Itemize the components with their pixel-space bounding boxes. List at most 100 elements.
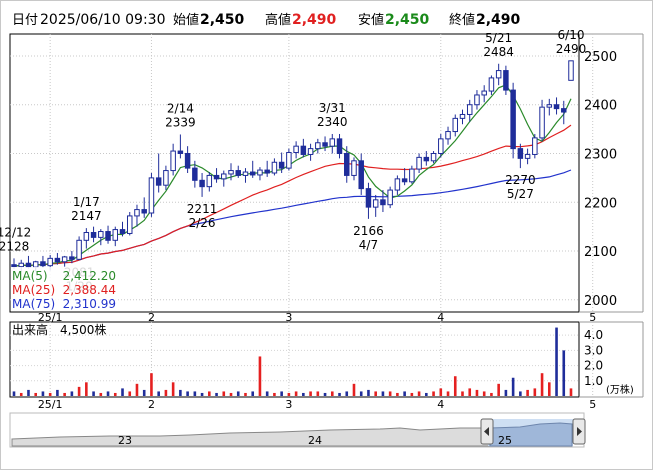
date-value: 2025/06/10 09:30 [40, 12, 166, 28]
price-annotation: 12/12 [0, 225, 31, 239]
price-annotation: 2/14 [167, 101, 194, 115]
candle-body [336, 138, 343, 154]
volume-bar [504, 389, 508, 396]
candle-body [401, 178, 408, 183]
x-tick-label: 4 [437, 398, 444, 411]
close-label: 終値 [449, 12, 475, 28]
legend-ma75-value: 2,310.99 [63, 297, 116, 311]
navigator-right-handle[interactable] [572, 418, 586, 445]
navigator-label-24: 24 [308, 434, 322, 447]
price-tick-label: 2400 [584, 99, 617, 114]
price-annotation: 6/10 [558, 28, 585, 42]
candle-body [11, 264, 17, 268]
volume-bar [41, 391, 45, 396]
price-annotation: 2490 [556, 42, 587, 56]
volume-bar [345, 391, 349, 396]
volume-bar [265, 391, 269, 396]
candle-body [430, 152, 437, 162]
candle-body [278, 161, 285, 169]
volume-bar [294, 391, 298, 396]
volume-bar [439, 388, 443, 396]
volume-bar [352, 383, 356, 396]
volume-bar [258, 356, 262, 396]
candle-body [98, 231, 104, 238]
price-annotation: 2/26 [189, 216, 216, 230]
price-annotation: 1/17 [73, 195, 100, 209]
volume-bar [12, 391, 16, 396]
volume-bar [208, 391, 211, 396]
stock-chart-svg: 日付 2025/06/10 09:30 始値 2,450 高値 2,490 安値… [0, 0, 653, 470]
volume-bar [511, 377, 515, 396]
candle-body [221, 173, 227, 180]
candle-body [438, 138, 444, 154]
x-tick-label: 5 [589, 398, 596, 411]
candle-body [394, 178, 401, 191]
candle [510, 82, 516, 159]
volume-bar [309, 391, 312, 396]
range-navigator[interactable]: 23 24 25 [9, 412, 586, 448]
candle-body [466, 104, 473, 115]
candle-body [329, 138, 336, 147]
volume-bar [157, 391, 160, 396]
volume-bar [359, 391, 363, 396]
candle-body [568, 60, 574, 81]
volume-bar [236, 391, 240, 396]
volume-unit: (万株) [606, 383, 634, 396]
price-annotation: 2147 [71, 209, 102, 223]
price-annotation: 2166 [353, 224, 384, 238]
candle-body [61, 256, 68, 263]
volume-bar [171, 382, 175, 396]
price-tick-label: 2100 [584, 245, 617, 260]
volume-bar [403, 391, 406, 396]
candle-body [47, 257, 53, 267]
price-annotation: 2211 [187, 202, 218, 216]
volume-tick-label: 3.0 [584, 343, 603, 357]
candle [387, 186, 393, 209]
volume-bar [540, 373, 544, 396]
candle-body [286, 152, 292, 169]
price-annotation: 5/21 [485, 31, 512, 45]
open-value: 2,450 [200, 12, 245, 28]
candle-body [517, 148, 524, 159]
candle-body [213, 174, 220, 180]
close-value: 2,490 [476, 12, 521, 28]
candle-body [148, 177, 155, 214]
candle-body [25, 262, 32, 268]
volume-bar [497, 383, 500, 396]
volume-bar [562, 350, 566, 396]
volume-bar [323, 392, 327, 396]
candle-body [119, 229, 126, 234]
candle-body [134, 209, 140, 217]
candle-body [474, 94, 480, 106]
high-label: 高値 [265, 12, 291, 28]
volume-bar [106, 391, 110, 396]
candle-body [54, 257, 61, 263]
volume-bar [113, 392, 117, 396]
candle-body [445, 131, 451, 140]
volume-bar [526, 389, 529, 396]
volume-bar [446, 391, 450, 396]
candle-body [199, 179, 205, 188]
navigator-label-25: 25 [498, 434, 512, 447]
volume-bar [251, 391, 255, 396]
candle-body [387, 189, 393, 206]
candle [126, 212, 133, 236]
candle-body [235, 170, 241, 176]
volume-bar [453, 376, 457, 396]
volume-bar [482, 391, 486, 396]
volume-bar [287, 392, 291, 396]
candle-body [315, 142, 321, 150]
navigator-left-handle[interactable] [480, 418, 494, 445]
candle-body [380, 199, 386, 206]
candle-body [553, 104, 560, 110]
candle [148, 173, 155, 217]
price-annotation: 5/27 [507, 187, 534, 201]
volume-bar [280, 391, 283, 396]
candle-body [481, 90, 487, 96]
x-tick-label: 3 [285, 398, 292, 411]
volume-tick-label: 1.0 [584, 374, 603, 388]
volume-bar [121, 388, 124, 396]
volume-bar [222, 391, 226, 396]
price-annotation: 2270 [505, 173, 536, 187]
navigator-label-23: 23 [118, 434, 132, 447]
